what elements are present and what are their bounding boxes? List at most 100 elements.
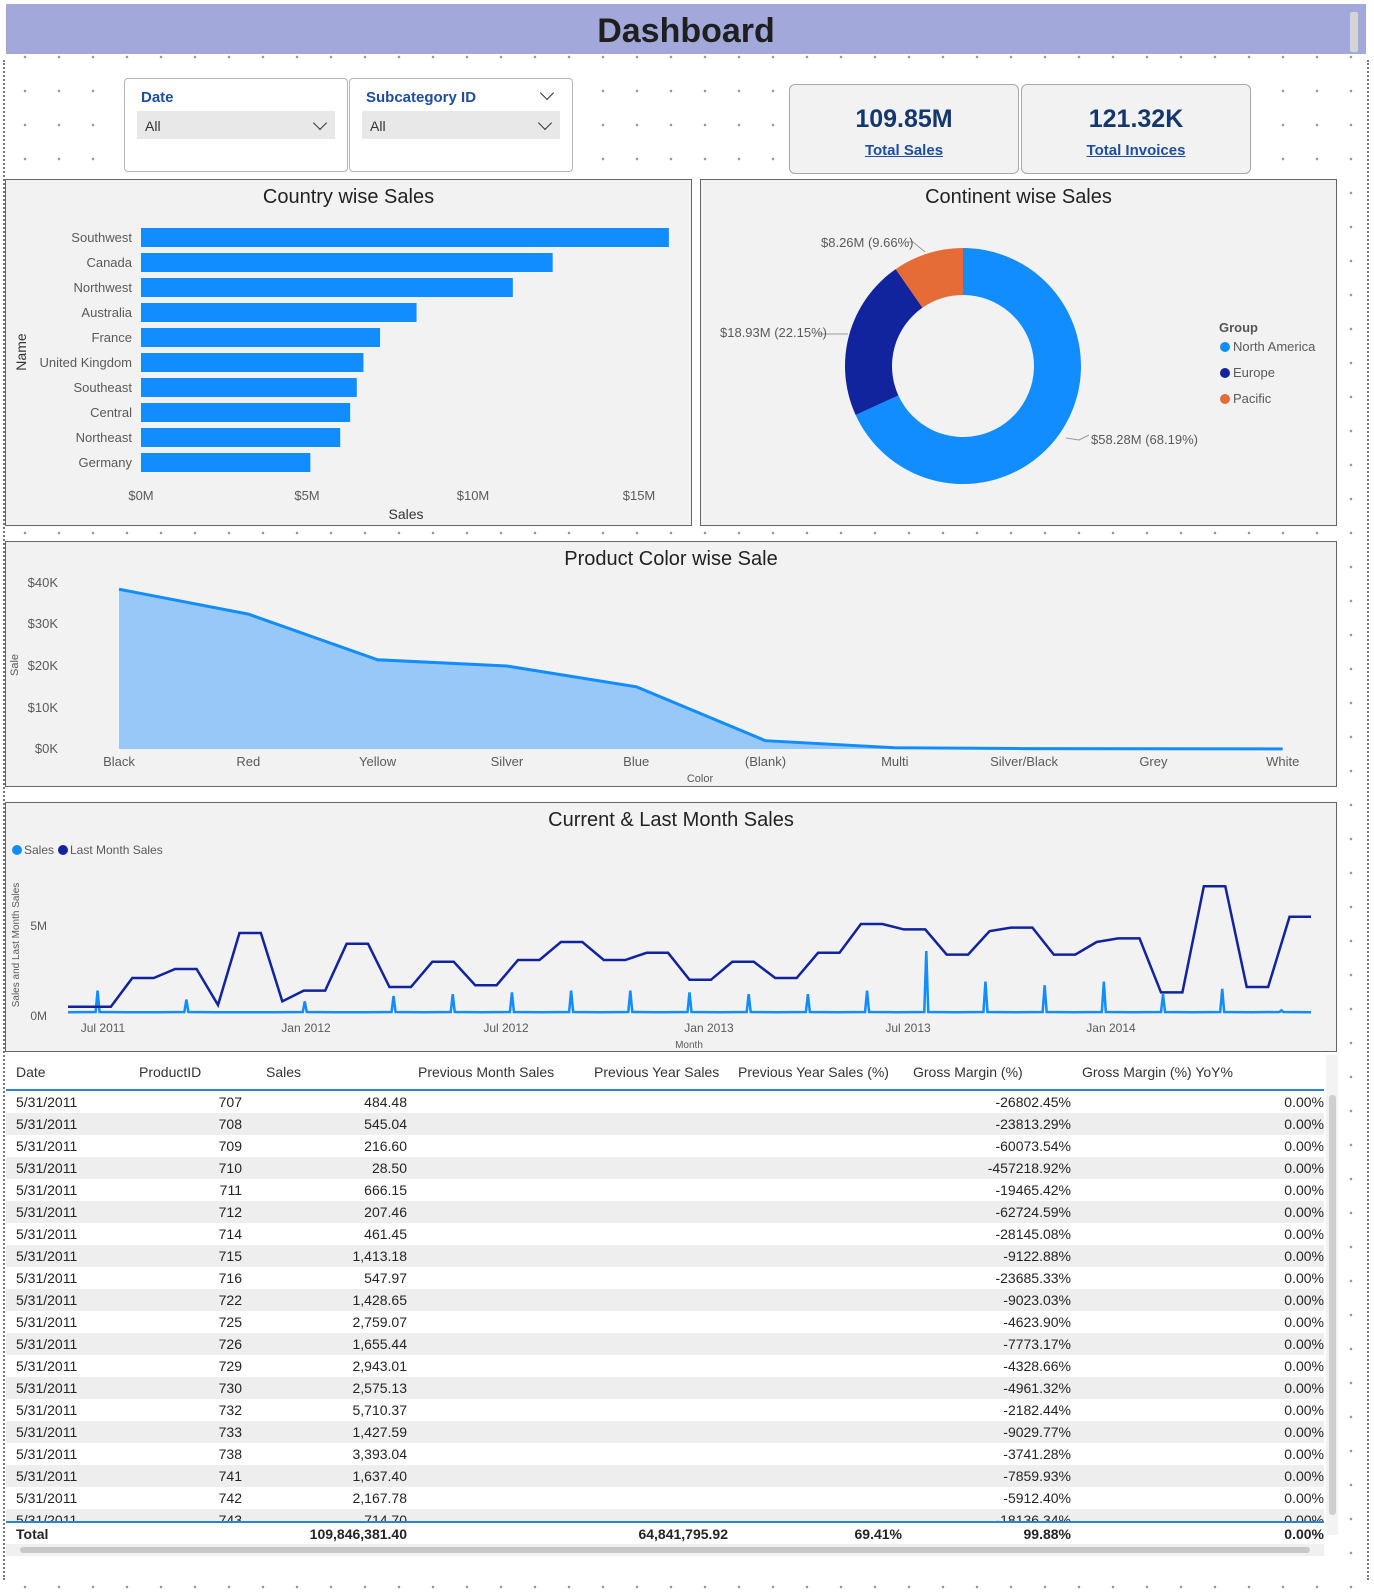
table-cell: 732: [218, 1402, 242, 1418]
table-row[interactable]: 5/31/2011 711 666.15 -19465.42% 0.00%: [6, 1179, 1324, 1201]
bar[interactable]: [141, 453, 311, 472]
table-row[interactable]: 5/31/2011 730 2,575.13 -4961.32% 0.00%: [6, 1377, 1324, 1399]
table-horizontal-scrollbar[interactable]: [6, 1544, 1324, 1556]
bar[interactable]: [141, 353, 364, 372]
y-tick-label: $30K: [28, 616, 59, 631]
total-gross-margin: 99.88%: [1023, 1526, 1071, 1542]
slice-label-europe: $18.93M (22.15%): [720, 325, 827, 340]
slicer-collapse-chevron-icon[interactable]: [539, 85, 555, 101]
table-cell: 5/31/2011: [16, 1270, 78, 1286]
table-cell: 547.97: [364, 1270, 407, 1286]
column-header-date[interactable]: Date: [16, 1064, 46, 1080]
table-row[interactable]: 5/31/2011 742 2,167.78 -5912.40% 0.00%: [6, 1487, 1324, 1509]
table-cell: 2,943.01: [352, 1358, 408, 1374]
table-cell: -60073.54%: [995, 1138, 1071, 1154]
donut-slice[interactable]: [845, 269, 923, 415]
table-row[interactable]: 5/31/2011 722 1,428.65 -9023.03% 0.00%: [6, 1289, 1324, 1311]
column-header-gross-margin[interactable]: Gross Margin (%): [913, 1064, 1023, 1080]
table-cell: 0.00%: [1284, 1270, 1324, 1286]
table-row[interactable]: 5/31/2011 725 2,759.07 -4623.90% 0.00%: [6, 1311, 1324, 1333]
table-row[interactable]: 5/31/2011 726 1,655.44 -7773.17% 0.00%: [6, 1333, 1324, 1355]
table-cell: 666.15: [364, 1182, 407, 1198]
category-label: Northeast: [76, 430, 133, 445]
bar[interactable]: [141, 253, 553, 272]
x-tick-label: Jul 2011: [81, 1021, 126, 1035]
date-dropdown[interactable]: All: [137, 111, 335, 139]
table-row[interactable]: 5/31/2011 733 1,427.59 -9029.77% 0.00%: [6, 1421, 1324, 1443]
table-row[interactable]: 5/31/2011 741 1,637.40 -7859.93% 0.00%: [6, 1465, 1324, 1487]
table-row[interactable]: 5/31/2011 712 207.46 -62724.59% 0.00%: [6, 1201, 1324, 1223]
bar[interactable]: [141, 303, 417, 322]
table-row[interactable]: 5/31/2011 708 545.04 -23813.29% 0.00%: [6, 1113, 1324, 1135]
chevron-down-icon: [312, 115, 328, 131]
table-header: Date ProductID Sales Previous Month Sale…: [6, 1055, 1324, 1091]
total-invoices-label[interactable]: Total Invoices: [1022, 142, 1250, 159]
column-header-prev-month[interactable]: Previous Month Sales: [418, 1064, 554, 1080]
table-row[interactable]: 5/31/2011 709 216.60 -60073.54% 0.00%: [6, 1135, 1324, 1157]
total-invoices-card: 121.32K Total Invoices: [1021, 84, 1251, 174]
table-row[interactable]: 5/31/2011 710 28.50 -457218.92% 0.00%: [6, 1157, 1324, 1179]
table-row[interactable]: 5/31/2011 732 5,710.37 -2182.44% 0.00%: [6, 1399, 1324, 1421]
table-cell: 0.00%: [1284, 1248, 1324, 1264]
table-cell: 5/31/2011: [16, 1424, 78, 1440]
table-row[interactable]: 5/31/2011 716 547.97 -23685.33% 0.00%: [6, 1267, 1324, 1289]
table-cell: 709: [218, 1138, 242, 1154]
scroll-thumb[interactable]: [20, 1547, 1310, 1553]
x-tick-label: (Blank): [745, 754, 786, 769]
table-cell: 714: [218, 1226, 242, 1242]
total-sales: 109,846,381.40: [309, 1526, 407, 1542]
bar[interactable]: [141, 278, 513, 297]
color-y-axis-title: Sale: [9, 654, 21, 676]
table-cell: 2,575.13: [352, 1380, 408, 1396]
legend-title: Group: [1219, 320, 1258, 335]
bar[interactable]: [141, 428, 341, 447]
table-row[interactable]: 5/31/2011 707 484.48 -26802.45% 0.00%: [6, 1091, 1324, 1113]
legend-label[interactable]: Europe: [1233, 365, 1275, 380]
bar[interactable]: [141, 403, 351, 422]
table-cell: 742: [218, 1490, 242, 1506]
bar[interactable]: [141, 328, 381, 347]
table-cell: 0.00%: [1284, 1292, 1324, 1308]
subcategory-slicer-label: Subcategory ID: [366, 89, 477, 106]
table-cell: 0.00%: [1284, 1182, 1324, 1198]
country-sales-chart: Country wise Sales Name Sales $0M $5M $1…: [5, 179, 692, 526]
sales-line[interactable]: [67, 950, 1312, 1014]
color-sales-chart: Product Color wise Sale Sale Color $40K …: [5, 541, 1337, 787]
subcategory-dropdown[interactable]: All: [362, 111, 560, 139]
legend-label-last-month[interactable]: Last Month Sales: [70, 843, 163, 857]
column-header-productid[interactable]: ProductID: [139, 1064, 201, 1080]
column-header-prev-year-pct[interactable]: Previous Year Sales (%): [738, 1064, 889, 1080]
last-month-sales-line[interactable]: [68, 884, 1311, 1009]
table-cell: -62724.59%: [995, 1204, 1071, 1220]
legend-label-sales[interactable]: Sales: [24, 843, 54, 857]
table-vertical-scrollbar[interactable]: [1326, 1055, 1338, 1535]
x-tick-label: Jul 2013: [885, 1021, 931, 1035]
date-slicer: Date All: [124, 78, 348, 172]
bar[interactable]: [141, 228, 669, 247]
column-header-sales[interactable]: Sales: [266, 1064, 301, 1080]
table-row[interactable]: 5/31/2011 715 1,413.18 -9122.88% 0.00%: [6, 1245, 1324, 1267]
country-bar-plot: Name Sales $0M $5M $10M $15M Southwest Ca…: [13, 228, 669, 522]
column-header-prev-year[interactable]: Previous Year Sales: [594, 1064, 719, 1080]
table-cell: 5/31/2011: [16, 1380, 78, 1396]
column-header-gross-margin-yoy[interactable]: Gross Margin (%) YoY%: [1082, 1064, 1233, 1080]
table-row[interactable]: 5/31/2011 714 461.45 -28145.08% 0.00%: [6, 1223, 1324, 1245]
legend-label[interactable]: North America: [1233, 339, 1316, 354]
table-cell: 0.00%: [1284, 1336, 1324, 1352]
table-cell: -9122.88%: [1003, 1248, 1071, 1264]
table-cell: 0.00%: [1284, 1094, 1324, 1110]
x-tick-label: $5M: [294, 488, 319, 503]
table-row[interactable]: 5/31/2011 738 3,393.04 -3741.28% 0.00%: [6, 1443, 1324, 1465]
title-scroll-handle[interactable]: [1350, 12, 1358, 52]
bar[interactable]: [141, 378, 357, 397]
table-cell: 28.50: [371, 1160, 407, 1176]
table-cell: 0.00%: [1284, 1226, 1324, 1242]
legend-label[interactable]: Pacific: [1233, 391, 1272, 406]
table-row[interactable]: 5/31/2011 729 2,943.01 -4328.66% 0.00%: [6, 1355, 1324, 1377]
table-cell: 2,167.78: [352, 1490, 408, 1506]
total-sales-label[interactable]: Total Sales: [790, 142, 1018, 159]
table-cell: -9023.03%: [1003, 1292, 1071, 1308]
total-prev-year-pct: 69.41%: [854, 1526, 902, 1542]
scroll-thumb[interactable]: [1329, 1095, 1336, 1515]
category-label: Southeast: [73, 380, 132, 395]
